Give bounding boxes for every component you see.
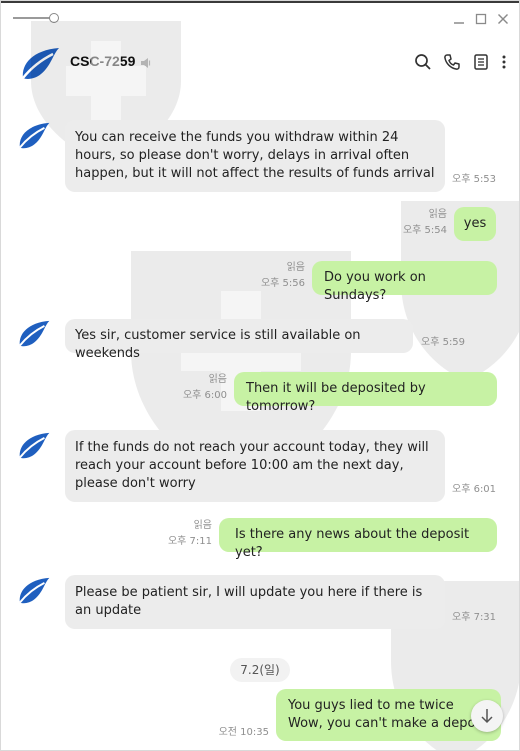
- message-bubble-incoming[interactable]: Please be patient sir, I will update you…: [65, 575, 445, 629]
- menu-icon[interactable]: [472, 53, 490, 75]
- profile-avatar[interactable]: [17, 44, 61, 88]
- message-time: 오후 5:59: [421, 337, 466, 348]
- chat-window: CSC-7259 You can receive the funds you w…: [0, 0, 520, 751]
- sender-avatar[interactable]: [15, 574, 51, 610]
- read-receipt: 읽음: [208, 374, 227, 385]
- message-time: 오후 6:01: [452, 484, 497, 495]
- message-time: 오전 10:35: [218, 727, 269, 738]
- close-icon[interactable]: [495, 11, 511, 27]
- sender-avatar[interactable]: [15, 429, 51, 465]
- message-bubble-outgoing[interactable]: Is there any news about the deposit yet?: [219, 518, 497, 560]
- message-time: 오후 7:11: [167, 536, 212, 547]
- read-receipt: 읽음: [286, 262, 305, 273]
- message-time: 오후 5:56: [260, 278, 305, 289]
- message-time: 오후 6:00: [182, 390, 227, 401]
- minimize-icon[interactable]: [451, 11, 467, 27]
- phone-icon[interactable]: [443, 53, 461, 75]
- read-receipt: 읽음: [428, 209, 447, 220]
- sender-avatar[interactable]: [15, 119, 51, 155]
- opacity-slider[interactable]: [13, 13, 59, 23]
- message-bubble-outgoing[interactable]: You guys lied to me twice Wow, you can't…: [276, 689, 501, 741]
- read-receipt: 읽음: [193, 520, 212, 531]
- message-bubble-outgoing[interactable]: yes: [454, 207, 496, 241]
- message-bubble-outgoing[interactable]: Do you work on Sundays?: [312, 261, 497, 303]
- message-time: 오후 5:53: [452, 174, 497, 185]
- message-time: 오후 5:54: [402, 225, 447, 236]
- chat-title[interactable]: CSC-7259: [70, 53, 135, 69]
- maximize-icon[interactable]: [473, 11, 489, 27]
- message-bubble-outgoing[interactable]: Then it will be deposited by tomorrow?: [234, 372, 497, 414]
- scroll-down-button[interactable]: [471, 700, 503, 732]
- chat-header: CSC-7259: [1, 35, 519, 91]
- message-bubble-incoming[interactable]: Yes sir, customer service is still avail…: [65, 319, 413, 361]
- message-bubble-incoming[interactable]: If the funds do not reach your account t…: [65, 430, 445, 502]
- message-bubble-incoming[interactable]: You can receive the funds you withdraw w…: [65, 120, 445, 192]
- message-time: 오후 7:31: [452, 612, 497, 623]
- window-titlebar[interactable]: [1, 3, 519, 35]
- date-divider: 7.2(일): [230, 658, 290, 682]
- more-icon[interactable]: [499, 53, 509, 75]
- opacity-slider-knob[interactable]: [49, 13, 59, 23]
- sender-avatar[interactable]: [15, 317, 51, 353]
- scroll-down-icon: [481, 709, 493, 724]
- mute-icon: [139, 55, 153, 74]
- search-icon[interactable]: [414, 53, 432, 75]
- message-list[interactable]: You can receive the funds you withdraw w…: [1, 21, 519, 750]
